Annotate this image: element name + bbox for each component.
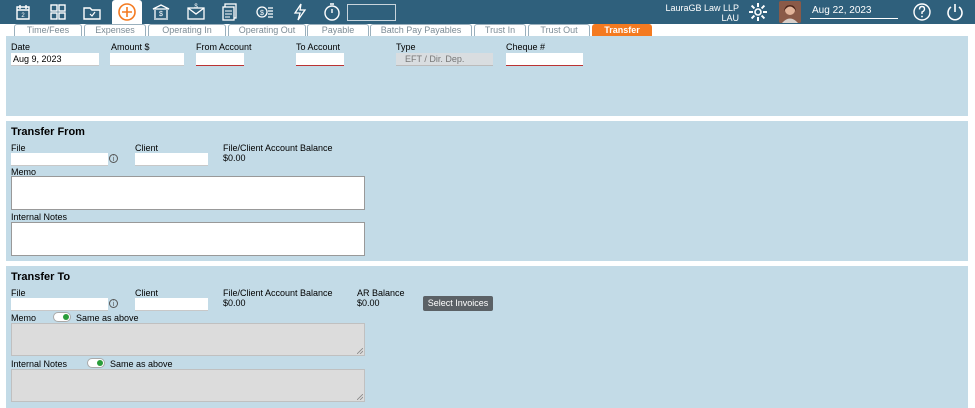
to-client-field[interactable] bbox=[135, 298, 208, 311]
firm-name: LauraGB Law LLP bbox=[665, 3, 739, 13]
to-notes-label: Internal Notes bbox=[11, 359, 68, 369]
amount-field[interactable] bbox=[110, 53, 184, 66]
toggle-knob bbox=[63, 314, 69, 320]
info-icon[interactable]: i bbox=[109, 299, 118, 308]
notes-same-toggle[interactable] bbox=[87, 358, 105, 368]
from-account-label: From Account bbox=[196, 42, 252, 52]
lightning-icon[interactable] bbox=[289, 2, 311, 22]
user-code: LAU bbox=[721, 13, 739, 23]
type-label: Type bbox=[396, 42, 416, 52]
to-balance-value: $0.00 bbox=[223, 298, 246, 308]
transaction-details-panel: Date Aug 9, 2023 Amount $ From Account T… bbox=[6, 36, 968, 116]
tab-batch-pay-payables[interactable]: Batch Pay Payables bbox=[370, 24, 472, 36]
memo-same-toggle[interactable] bbox=[53, 312, 71, 322]
svg-text:$: $ bbox=[194, 4, 198, 10]
transaction-tabs: Time/Fees Expenses Operating In Operatin… bbox=[0, 24, 975, 36]
from-client-field[interactable] bbox=[135, 153, 208, 166]
avatar[interactable] bbox=[779, 1, 801, 23]
toolbar-search-input[interactable] bbox=[347, 4, 396, 21]
to-account-field[interactable] bbox=[296, 53, 344, 66]
top-toolbar: 2 $ $ $ LauraGB Law LLP LAU Aug 22, 2023 bbox=[0, 0, 975, 24]
help-icon[interactable] bbox=[912, 2, 932, 22]
ar-balance-label: AR Balance bbox=[357, 288, 405, 298]
tab-trust-out[interactable]: Trust Out bbox=[528, 24, 590, 36]
from-balance-label: File/Client Account Balance bbox=[223, 143, 333, 153]
amount-label: Amount $ bbox=[111, 42, 150, 52]
from-account-field[interactable] bbox=[196, 53, 244, 66]
to-memo-label: Memo bbox=[11, 313, 37, 323]
transfer-to-title: Transfer To bbox=[11, 271, 71, 283]
cheque-label: Cheque # bbox=[506, 42, 546, 52]
from-notes-label: Internal Notes bbox=[11, 212, 68, 222]
date-field[interactable]: Aug 9, 2023 bbox=[11, 53, 99, 66]
type-field: EFT / Dir. Dep. bbox=[396, 53, 493, 66]
svg-text:$: $ bbox=[159, 11, 163, 18]
to-file-field[interactable] bbox=[11, 298, 108, 311]
to-memo-textarea bbox=[11, 323, 365, 356]
add-icon bbox=[118, 3, 136, 21]
to-balance-label: File/Client Account Balance bbox=[223, 288, 333, 298]
from-balance-value: $0.00 bbox=[223, 153, 246, 163]
tab-payable[interactable]: Payable bbox=[307, 24, 369, 36]
power-icon[interactable] bbox=[945, 2, 965, 22]
tab-operating-out[interactable]: Operating Out bbox=[228, 24, 306, 36]
select-invoices-button[interactable]: Select Invoices bbox=[423, 296, 493, 311]
calendar-icon[interactable]: 2 bbox=[12, 2, 34, 22]
settings-icon[interactable] bbox=[748, 2, 770, 22]
tab-operating-in[interactable]: Operating In bbox=[148, 24, 226, 36]
folder-icon[interactable] bbox=[81, 2, 103, 22]
date-label: Date bbox=[11, 42, 31, 52]
dashboard-icon[interactable] bbox=[47, 2, 69, 22]
tab-expenses[interactable]: Expenses bbox=[84, 24, 146, 36]
bank-icon[interactable]: $ bbox=[150, 2, 172, 22]
svg-text:$: $ bbox=[260, 10, 264, 17]
transfer-to-panel: Transfer To File i Client File/Client Ac… bbox=[6, 266, 968, 408]
to-file-label: File bbox=[11, 288, 26, 298]
transfer-from-panel: Transfer From File i Client File/Client … bbox=[6, 121, 968, 261]
from-notes-textarea[interactable] bbox=[11, 222, 365, 256]
ar-balance-value: $0.00 bbox=[357, 298, 380, 308]
timer-icon[interactable] bbox=[321, 2, 343, 22]
current-date[interactable]: Aug 22, 2023 bbox=[810, 4, 898, 19]
cheque-field[interactable] bbox=[506, 53, 583, 66]
transfer-from-title: Transfer From bbox=[11, 126, 85, 138]
from-memo-textarea[interactable] bbox=[11, 176, 365, 210]
money-transfer-icon[interactable]: $ bbox=[185, 2, 207, 22]
info-icon[interactable]: i bbox=[109, 154, 118, 163]
svg-text:2: 2 bbox=[21, 13, 25, 19]
add-button[interactable] bbox=[112, 0, 142, 24]
documents-icon[interactable] bbox=[219, 2, 241, 22]
to-notes-textarea bbox=[11, 369, 365, 402]
notes-same-label: Same as above bbox=[110, 359, 173, 369]
toggle-knob bbox=[97, 360, 103, 366]
tab-time-fees[interactable]: Time/Fees bbox=[14, 24, 82, 36]
resize-handle-icon bbox=[357, 394, 363, 400]
tab-trust-in[interactable]: Trust In bbox=[474, 24, 526, 36]
from-file-field[interactable] bbox=[11, 153, 108, 166]
to-account-label: To Account bbox=[296, 42, 341, 52]
from-client-label: Client bbox=[135, 143, 159, 153]
to-client-label: Client bbox=[135, 288, 159, 298]
resize-handle-icon bbox=[357, 348, 363, 354]
from-file-label: File bbox=[11, 143, 26, 153]
memo-same-label: Same as above bbox=[76, 313, 139, 323]
tab-transfer[interactable]: Transfer bbox=[592, 24, 652, 36]
fees-icon[interactable]: $ bbox=[254, 2, 276, 22]
firm-info: LauraGB Law LLP LAU bbox=[640, 3, 739, 23]
